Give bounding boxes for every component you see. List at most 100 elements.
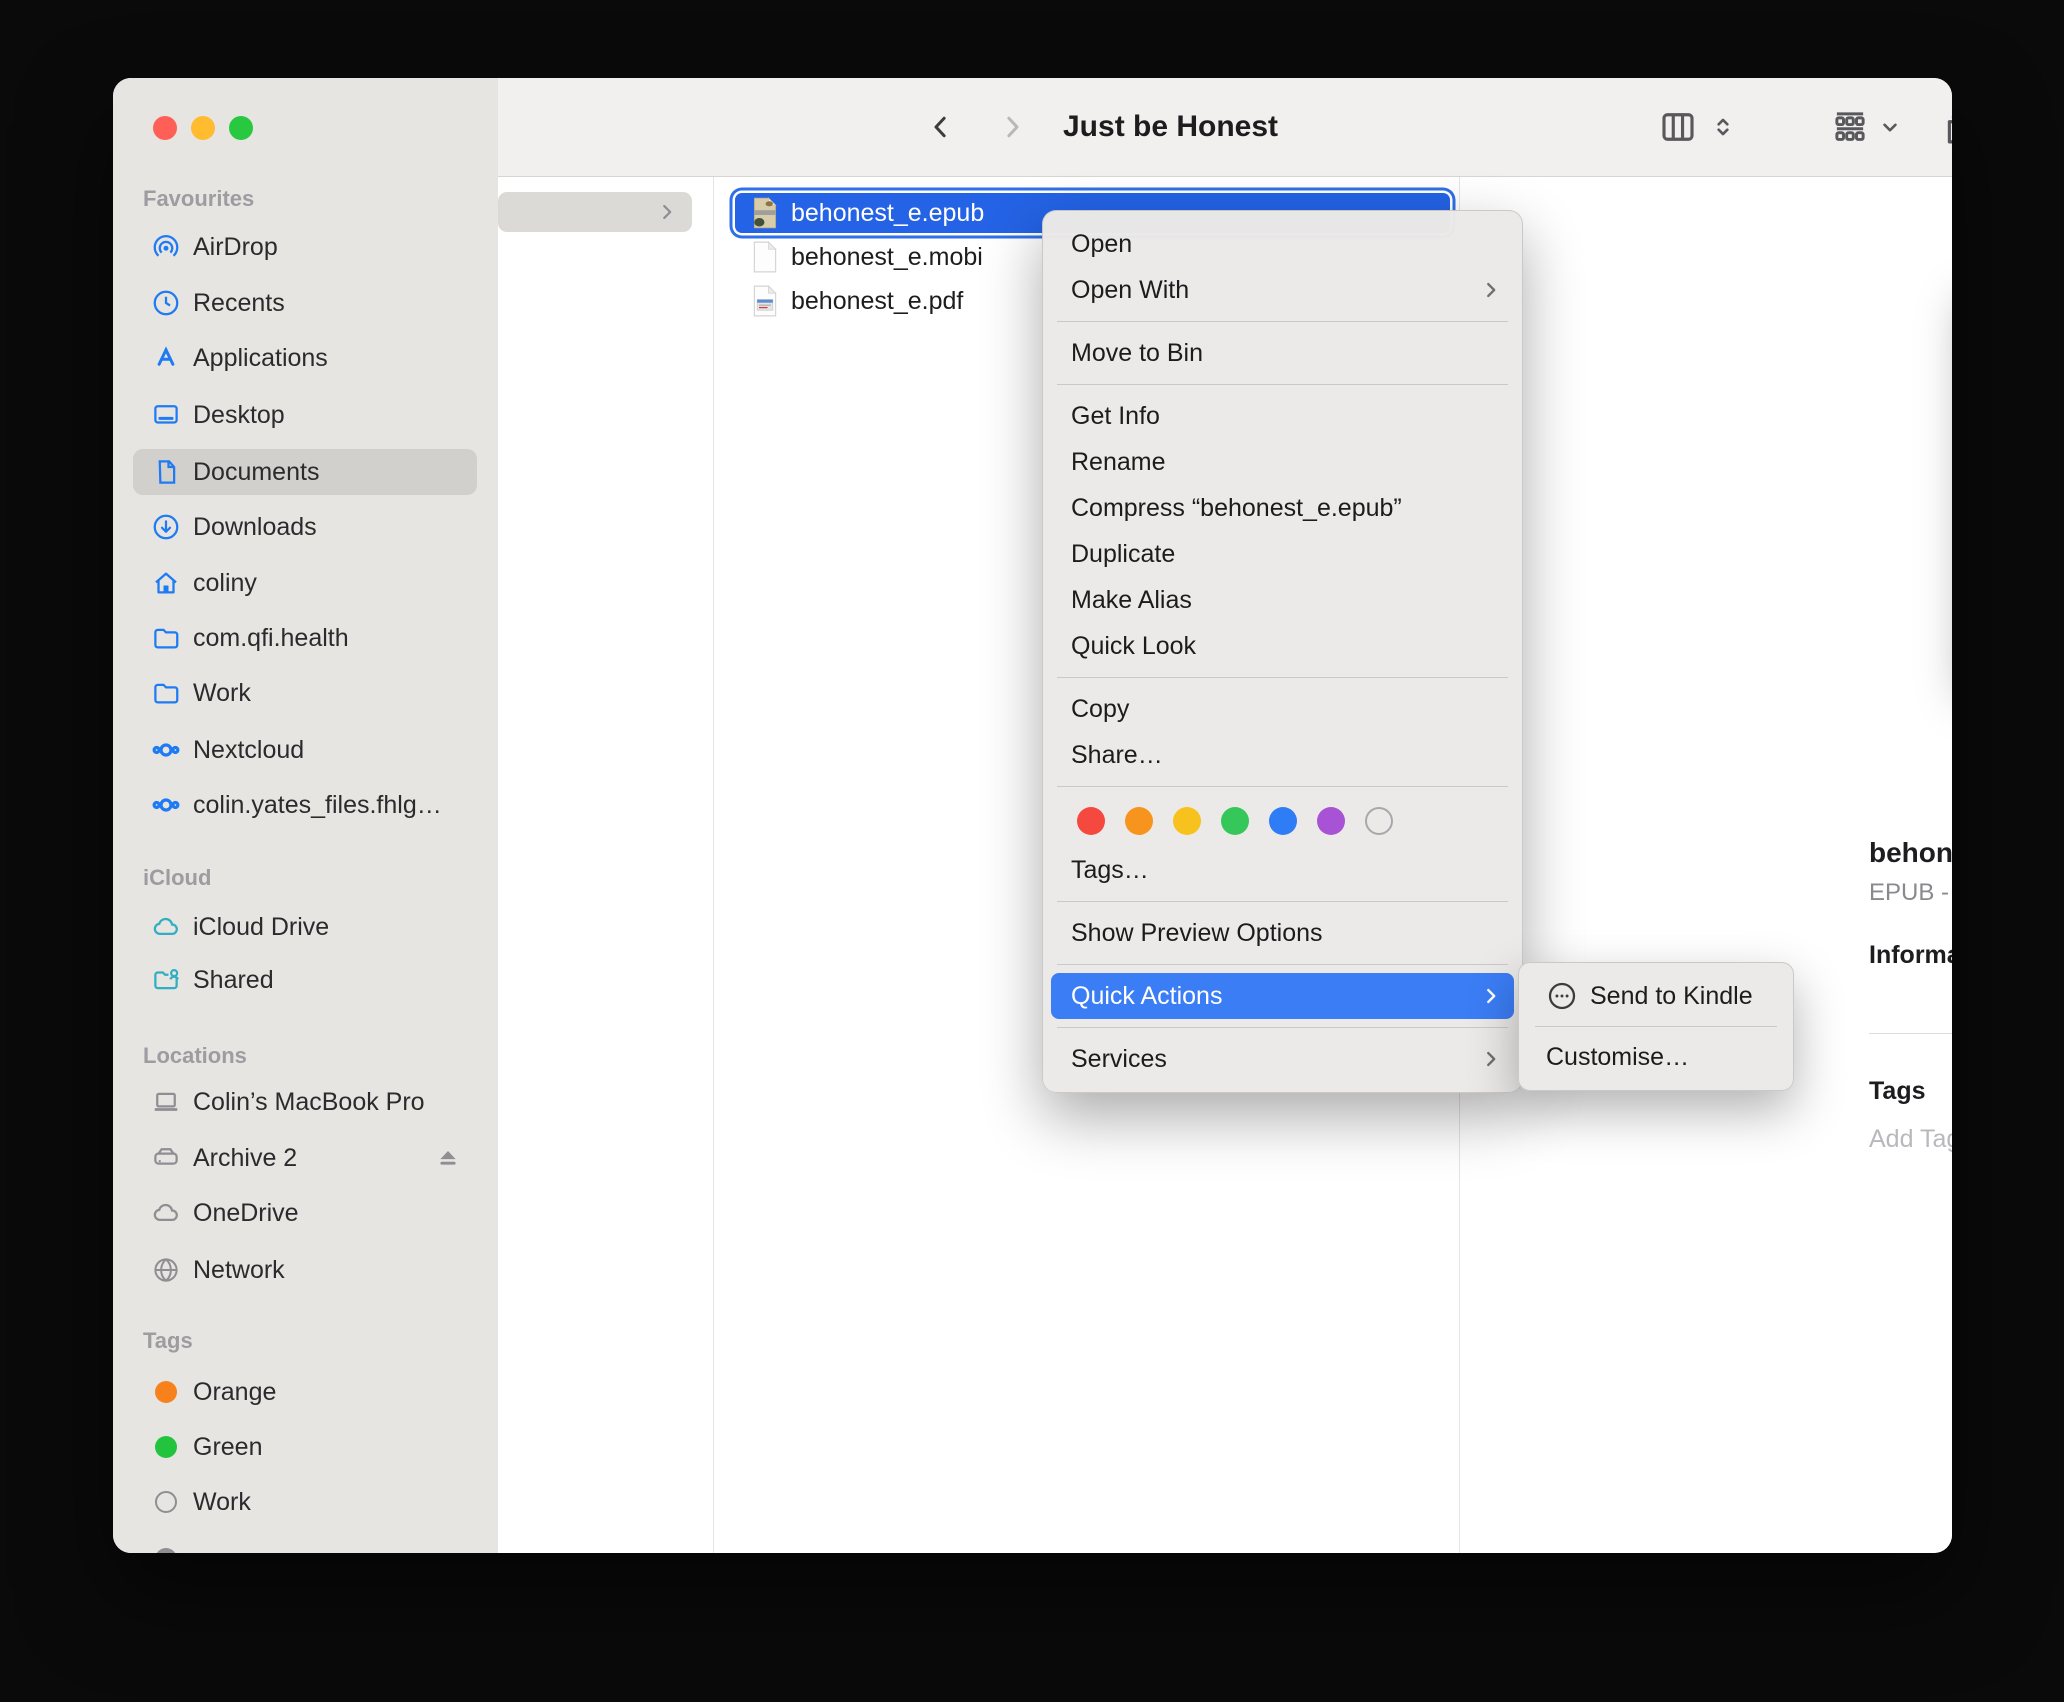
sidebar-item-label: Network: [193, 1256, 285, 1285]
screenshot-stage: Favourites AirDrop Recents Applications: [0, 0, 2064, 1702]
forward-button[interactable]: [989, 104, 1035, 150]
sidebar-item-label: Downloads: [193, 513, 317, 542]
sidebar-item-macbook-pro[interactable]: Colin’s MacBook Pro: [133, 1079, 477, 1125]
preview-file-name: behonest_e.epub: [1869, 837, 1952, 869]
sidebar-item-airdrop[interactable]: AirDrop: [133, 224, 477, 270]
menu-item-tags[interactable]: Tags…: [1043, 847, 1522, 893]
menu-item-duplicate[interactable]: Duplicate: [1043, 531, 1522, 577]
sidebar-item-label: Colin’s MacBook Pro: [193, 1088, 425, 1117]
menu-item-open-with[interactable]: Open With: [1043, 267, 1522, 313]
sidebar-item-label: Archive 2: [193, 1144, 297, 1173]
orange-tag-icon: [151, 1377, 181, 1407]
shared-folder-icon: [151, 965, 181, 995]
menu-item-get-info[interactable]: Get Info: [1043, 393, 1522, 439]
red-tag-swatch[interactable]: [1077, 807, 1105, 835]
file-name: behonest_e.mobi: [791, 243, 983, 272]
sidebar-item-archive-2[interactable]: Archive 2: [133, 1135, 477, 1181]
back-button[interactable]: [918, 104, 964, 150]
close-window-button[interactable]: [153, 116, 177, 140]
yellow-tag-swatch[interactable]: [1173, 807, 1201, 835]
menu-item-make-alias[interactable]: Make Alias: [1043, 577, 1522, 623]
submenu-item-send-to-kindle[interactable]: Send to Kindle: [1519, 972, 1793, 1020]
menu-tag-colors: [1043, 795, 1522, 847]
sidebar-section-tags: Tags: [143, 1328, 473, 1354]
sidebar-item-applications[interactable]: Applications: [133, 335, 477, 381]
nextcloud-icon: [151, 735, 181, 765]
submenu-item-label: Send to Kindle: [1590, 982, 1753, 1011]
eject-icon[interactable]: [435, 1145, 461, 1171]
globe-icon: [151, 1255, 181, 1285]
menu-item-label: Share…: [1071, 741, 1502, 770]
sidebar-item-shared[interactable]: Shared: [133, 957, 477, 1003]
downloads-icon: [151, 512, 181, 542]
sidebar-item-home[interactable]: coliny: [133, 560, 477, 606]
group-by-icon[interactable]: [1826, 103, 1874, 151]
zoom-window-button[interactable]: [229, 116, 253, 140]
add-tags-field[interactable]: Add Tags…: [1869, 1125, 1952, 1154]
sidebar-item-label: Shared: [193, 966, 274, 995]
menu-item-quick-look[interactable]: Quick Look: [1043, 623, 1522, 669]
menu-item-services[interactable]: Services: [1043, 1036, 1522, 1082]
sidebar-item-tag-partial[interactable]: [133, 1536, 477, 1553]
sidebar-item-tag-orange[interactable]: Orange: [133, 1369, 477, 1415]
sidebar-item-tag-green[interactable]: Green: [133, 1424, 477, 1470]
sidebar-item-label: colin.yates_files.fhlg…: [193, 791, 442, 820]
file-name: behonest_e.epub: [791, 199, 984, 228]
no-tag-swatch[interactable]: [1365, 807, 1393, 835]
submenu-item-label: Customise…: [1546, 1043, 1689, 1072]
external-drive-icon: [151, 1143, 181, 1173]
column-view-icon[interactable]: [1654, 103, 1702, 151]
sidebar-item-desktop[interactable]: Desktop: [133, 392, 477, 438]
menu-item-move-to-bin[interactable]: Move to Bin: [1043, 330, 1522, 376]
menu-item-rename[interactable]: Rename: [1043, 439, 1522, 485]
chevron-right-icon: [1480, 1048, 1502, 1070]
menu-separator: [1057, 901, 1508, 902]
menu-item-share[interactable]: Share…: [1043, 732, 1522, 778]
sidebar-item-work-folder[interactable]: Work: [133, 670, 477, 716]
menu-item-copy[interactable]: Copy: [1043, 686, 1522, 732]
menu-item-show-preview-options[interactable]: Show Preview Options: [1043, 910, 1522, 956]
sidebar-item-network[interactable]: Network: [133, 1247, 477, 1293]
menu-item-compress[interactable]: Compress “behonest_e.epub”: [1043, 485, 1522, 531]
submenu-item-customise[interactable]: Customise…: [1519, 1033, 1793, 1081]
sidebar-item-nextcloud[interactable]: Nextcloud: [133, 727, 477, 773]
menu-item-quick-actions[interactable]: Quick Actions: [1051, 973, 1514, 1019]
sidebar-item-recents[interactable]: Recents: [133, 280, 477, 326]
sidebar-item-documents[interactable]: Documents: [133, 449, 477, 495]
share-icon[interactable]: [1935, 103, 1952, 151]
group-by-chevron-icon[interactable]: [1877, 114, 1903, 140]
cloud-icon: [151, 1198, 181, 1228]
ellipsis-circle-icon: [1944, 1442, 1952, 1553]
sidebar-item-downloads[interactable]: Downloads: [133, 504, 477, 550]
sidebar-item-icloud-drive[interactable]: iCloud Drive: [133, 904, 477, 950]
applications-icon: [151, 343, 181, 373]
sidebar-item-label: iCloud Drive: [193, 913, 329, 942]
menu-item-open[interactable]: Open: [1043, 221, 1522, 267]
minimize-window-button[interactable]: [191, 116, 215, 140]
sidebar-item-colin-yates-files[interactable]: colin.yates_files.fhlg…: [133, 782, 477, 828]
folder-icon: [151, 623, 181, 653]
sidebar-item-tag-work[interactable]: Work: [133, 1479, 477, 1525]
work-tag-icon: [151, 1487, 181, 1517]
document-icon: [151, 457, 181, 487]
menu-item-label: Make Alias: [1071, 586, 1502, 615]
sidebar-section-icloud: iCloud: [143, 865, 473, 891]
green-tag-swatch[interactable]: [1221, 807, 1249, 835]
sidebar-item-com-qfi-health[interactable]: com.qfi.health: [133, 615, 477, 661]
blue-tag-swatch[interactable]: [1269, 807, 1297, 835]
preview-pane: JUST BE HONEST How to Worship through Te…: [1844, 177, 1952, 1553]
sidebar-item-onedrive[interactable]: OneDrive: [133, 1190, 477, 1236]
sidebar-item-label: Work: [193, 679, 251, 708]
chevron-right-icon: [656, 201, 678, 223]
menu-item-label: Get Info: [1071, 402, 1502, 431]
column-divider[interactable]: [713, 177, 714, 1553]
menu-item-label: Quick Actions: [1071, 982, 1480, 1011]
purple-tag-swatch[interactable]: [1317, 807, 1345, 835]
view-selector-chevrons-icon[interactable]: [1710, 114, 1736, 140]
sidebar-item-label: OneDrive: [193, 1199, 299, 1228]
parent-folder-row[interactable]: [498, 192, 692, 232]
menu-separator: [1057, 786, 1508, 787]
quick-action-send-to-kindle-button[interactable]: Send toKindle: [1944, 1442, 1952, 1553]
menu-item-label: Move to Bin: [1071, 339, 1502, 368]
orange-tag-swatch[interactable]: [1125, 807, 1153, 835]
